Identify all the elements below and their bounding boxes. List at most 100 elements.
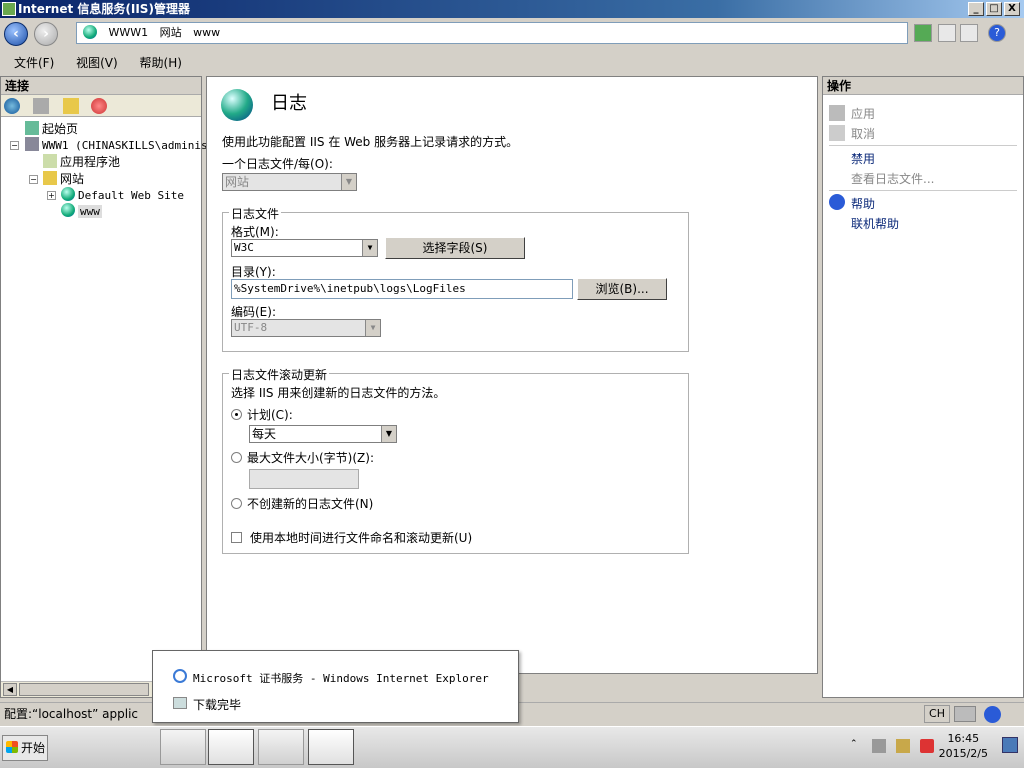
maxsize-option[interactable]: 最大文件大小(字节)(Z): bbox=[231, 449, 374, 466]
tree-item-server[interactable]: WWW1 (CHINASKILLS\administ bbox=[25, 137, 214, 154]
show-desktop-icon[interactable] bbox=[1002, 737, 1018, 753]
encoding-select[interactable]: UTF-8 ▼ bbox=[231, 319, 381, 337]
no-new-file-radio[interactable] bbox=[231, 498, 242, 509]
powershell-icon[interactable] bbox=[110, 729, 156, 765]
view-logs-action[interactable]: 查看日志文件... bbox=[851, 170, 934, 187]
maxsize-radio[interactable] bbox=[231, 452, 242, 463]
stop-icon[interactable] bbox=[938, 24, 956, 42]
sites-folder-icon bbox=[43, 171, 57, 185]
breadcrumb-sites[interactable]: 网站 bbox=[160, 26, 182, 39]
online-help-action[interactable]: 联机帮助 bbox=[851, 215, 899, 232]
explorer-taskbar-button[interactable] bbox=[160, 729, 206, 765]
ie-icon bbox=[173, 669, 187, 683]
windows-logo-icon bbox=[6, 741, 18, 753]
ie-taskbar-button[interactable] bbox=[308, 729, 354, 765]
popup-item-ie-window[interactable]: Microsoft 证书服务 - Windows Internet Explor… bbox=[193, 670, 489, 686]
cancel-action[interactable]: 取消 bbox=[851, 125, 875, 142]
status-text: 配置:“localhost” applic bbox=[4, 707, 139, 721]
browse-button[interactable]: 浏览(B)... bbox=[577, 278, 667, 300]
iis-app-icon bbox=[2, 2, 16, 16]
show-hidden-icons[interactable]: ⌃ bbox=[850, 739, 862, 751]
language-indicator[interactable]: CH bbox=[924, 705, 950, 723]
help-action[interactable]: 帮助 bbox=[851, 195, 875, 212]
logfile-group: 日志文件 格式(M): W3C ▼ 选择字段(S) 目录(Y): %SystemD… bbox=[222, 205, 689, 352]
no-new-file-option[interactable]: 不创建新的日志文件(N) bbox=[231, 495, 373, 512]
taskbar: 开始 ⌃ 16:45 2015/2/5 bbox=[0, 726, 1024, 768]
one-log-per-select[interactable]: 网站 ▼ bbox=[222, 173, 357, 191]
network-icon[interactable] bbox=[896, 739, 910, 753]
taskbar-popup: Microsoft 证书服务 - Windows Internet Explor… bbox=[152, 650, 519, 723]
forward-button[interactable]: › bbox=[34, 22, 58, 46]
save-icon[interactable] bbox=[33, 98, 49, 114]
notepad-taskbar-button[interactable] bbox=[258, 729, 304, 765]
keyboard-icon[interactable] bbox=[954, 706, 976, 722]
globe-icon bbox=[61, 187, 75, 201]
maxsize-input[interactable] bbox=[249, 469, 359, 489]
popup-item-download[interactable]: 下载完毕 bbox=[193, 696, 241, 713]
system-clock[interactable]: 16:45 2015/2/5 bbox=[939, 731, 988, 761]
disconnect-icon[interactable] bbox=[91, 98, 107, 114]
one-log-per-label: 一个日志文件/每(O): bbox=[222, 157, 333, 171]
home-icon[interactable] bbox=[960, 24, 978, 42]
address-bar[interactable]: WWW1 网站 www bbox=[76, 22, 908, 44]
local-time-checkbox[interactable] bbox=[231, 532, 242, 543]
disable-action[interactable]: 禁用 bbox=[851, 150, 875, 167]
connect-icon[interactable] bbox=[4, 98, 20, 114]
volume-muted-icon[interactable] bbox=[920, 739, 934, 753]
flag-icon[interactable] bbox=[872, 739, 886, 753]
connections-toolbar bbox=[1, 95, 201, 117]
schedule-option[interactable]: 计划(C): bbox=[231, 406, 293, 423]
expand-sites-toggle[interactable]: − bbox=[29, 175, 38, 184]
expand-server-toggle[interactable]: − bbox=[10, 141, 19, 150]
tree-item-default-web-site[interactable]: Default Web Site bbox=[61, 187, 184, 204]
menu-bar: 文件(F) 视图(V) 帮助(H) bbox=[0, 52, 1024, 74]
refresh-icon[interactable] bbox=[914, 24, 932, 42]
cancel-icon bbox=[829, 125, 845, 141]
start-button[interactable]: 开始 bbox=[2, 735, 48, 761]
help-icon[interactable] bbox=[984, 706, 1001, 723]
maximize-button[interactable]: □ bbox=[986, 2, 1002, 16]
chevron-down-icon: ▼ bbox=[362, 240, 377, 256]
select-fields-button[interactable]: 选择字段(S) bbox=[385, 237, 525, 259]
globe-icon bbox=[61, 203, 75, 217]
server-manager-icon[interactable] bbox=[60, 729, 106, 765]
server-icon bbox=[25, 137, 39, 151]
tree-item-start-page[interactable]: 起始页 bbox=[25, 121, 78, 137]
scroll-left-arrow[interactable]: ◀ bbox=[3, 683, 17, 696]
breadcrumb-www[interactable]: www bbox=[193, 26, 220, 39]
chevron-down-icon: ▼ bbox=[341, 174, 356, 190]
schedule-radio[interactable] bbox=[231, 409, 242, 420]
schedule-select[interactable]: 每天 ▼ bbox=[249, 425, 397, 443]
expand-default-site-toggle[interactable]: + bbox=[47, 191, 56, 200]
help-icon bbox=[829, 194, 845, 210]
apply-icon bbox=[829, 105, 845, 121]
connections-title: 连接 bbox=[1, 77, 201, 95]
tree-item-sites[interactable]: 网站 bbox=[43, 171, 84, 187]
local-time-option[interactable]: 使用本地时间进行文件命名和滚动更新(U) bbox=[231, 529, 472, 546]
tree-item-app-pools[interactable]: 应用程序池 bbox=[43, 154, 120, 170]
back-button[interactable]: ‹ bbox=[4, 22, 28, 46]
apply-action[interactable]: 应用 bbox=[851, 105, 875, 122]
iis-taskbar-button[interactable] bbox=[208, 729, 254, 765]
scroll-thumb[interactable] bbox=[19, 683, 149, 696]
globe-icon bbox=[83, 25, 97, 39]
chevron-down-icon: ▼ bbox=[381, 426, 396, 442]
help-icon[interactable]: ? bbox=[988, 24, 1006, 42]
title-bar: Internet 信息服务(IIS)管理器 _ □ X bbox=[0, 0, 1024, 18]
rollover-description: 选择 IIS 用来创建新的日志文件的方法。 bbox=[231, 386, 446, 400]
app-pool-icon bbox=[43, 154, 57, 168]
menu-help[interactable]: 帮助(H) bbox=[140, 56, 182, 70]
tree-item-www[interactable]: www bbox=[61, 203, 102, 220]
up-folder-icon[interactable] bbox=[63, 98, 79, 114]
directory-label: 目录(Y): bbox=[231, 265, 276, 279]
logging-globe-icon bbox=[221, 89, 253, 121]
menu-view[interactable]: 视图(V) bbox=[76, 56, 118, 70]
minimize-button[interactable]: _ bbox=[968, 2, 984, 16]
menu-file[interactable]: 文件(F) bbox=[14, 56, 54, 70]
breadcrumb-server[interactable]: WWW1 bbox=[109, 26, 149, 39]
format-select[interactable]: W3C ▼ bbox=[231, 239, 378, 257]
actions-title: 操作 bbox=[823, 77, 1023, 95]
close-button[interactable]: X bbox=[1004, 2, 1020, 16]
directory-input[interactable]: %SystemDrive%\inetpub\logs\LogFiles bbox=[231, 279, 573, 299]
download-icon bbox=[173, 697, 187, 709]
